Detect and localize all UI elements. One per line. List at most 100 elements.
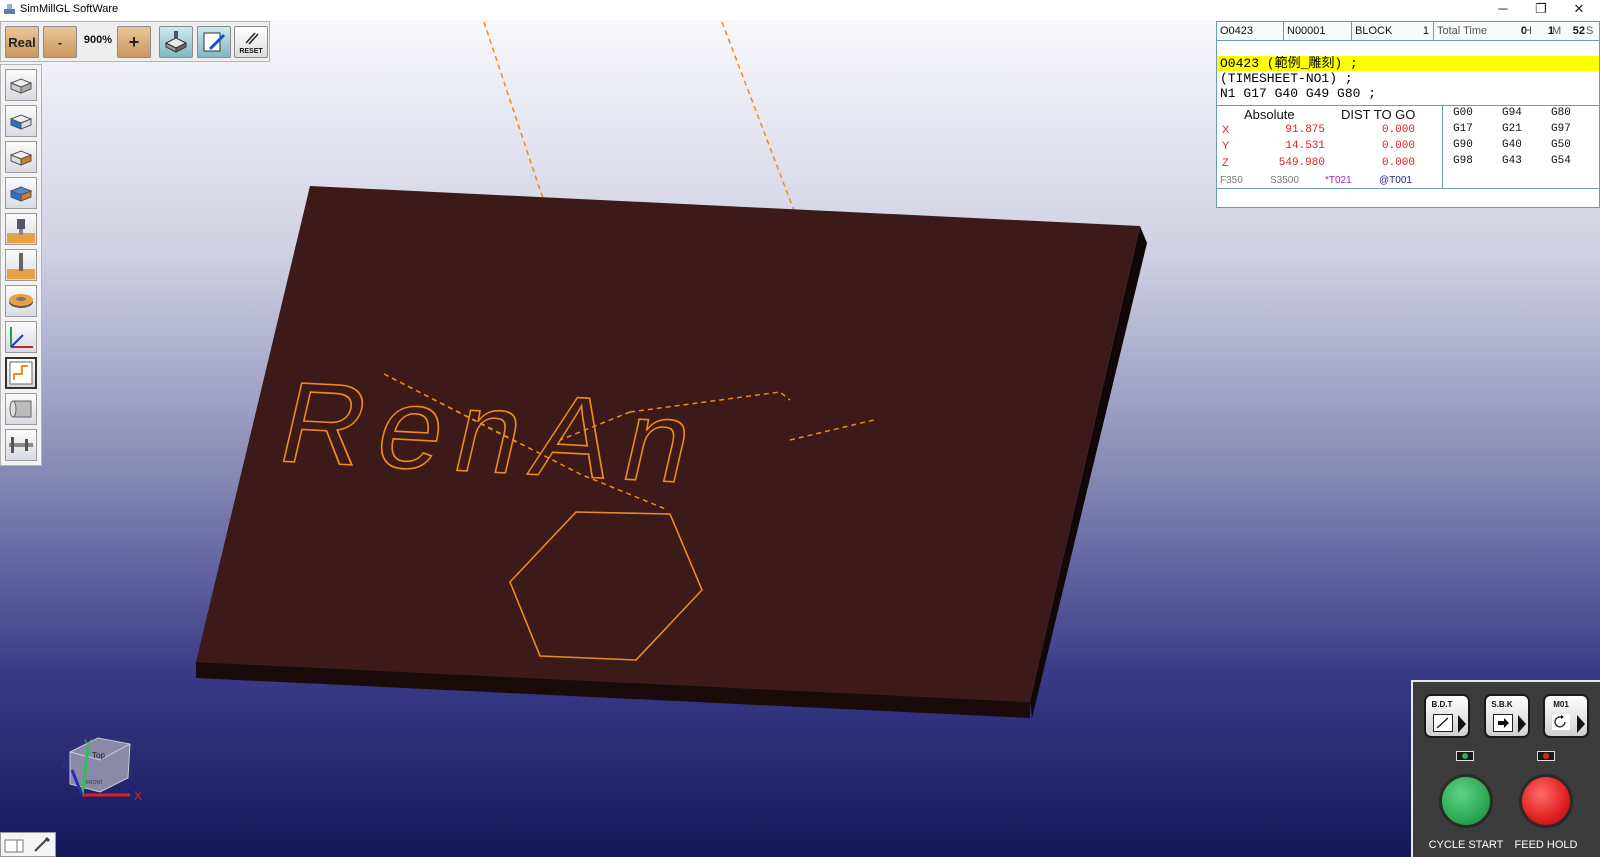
arrow-right-icon xyxy=(1458,715,1466,733)
left-toolbar xyxy=(0,64,42,466)
zoom-level: 900% xyxy=(83,34,113,46)
modal-gcode: G50 xyxy=(1551,139,1571,151)
reset-button[interactable]: RESET xyxy=(234,26,268,58)
block-value: 1 xyxy=(1412,22,1434,40)
modal-gcode: G21 xyxy=(1502,123,1522,135)
nc-code-line-current[interactable]: O0423 (範例_雕刻) ; xyxy=(1217,56,1599,71)
view-front-button[interactable] xyxy=(5,69,37,101)
dist-to-go-label: DIST TO GO xyxy=(1341,107,1416,122)
block-delete-button[interactable]: B.D.T xyxy=(1424,694,1470,738)
view-solid-button[interactable] xyxy=(5,177,37,209)
cycle-start-label: CYCLE START xyxy=(1428,839,1504,851)
view-cube-sub-label: FRONT xyxy=(86,780,103,786)
mini-toolbar xyxy=(0,832,56,857)
x-dist-to-go-value: 0.000 xyxy=(1381,124,1415,136)
feed-hold-label: FEED HOLD xyxy=(1514,839,1578,851)
feed-hold-button[interactable] xyxy=(1519,774,1573,828)
modal-gcode: G80 xyxy=(1551,107,1571,119)
real-mode-label: Real xyxy=(8,35,36,50)
single-block-icon xyxy=(1493,714,1513,732)
optional-stop-button[interactable]: M01 xyxy=(1543,694,1589,738)
nc-header: O0423 N00001 BLOCK 1 Total Time 0 H 1 M … xyxy=(1217,22,1599,41)
tool-holder-button[interactable] xyxy=(5,213,37,245)
cycle-start-button[interactable] xyxy=(1439,774,1493,828)
view-iso-icon xyxy=(9,150,33,166)
nc-code-line[interactable]: (TIMESHEET-NO1) ; xyxy=(1217,71,1599,86)
z-dist-to-go-value: 0.000 xyxy=(1381,157,1415,169)
y-absolute-value: 14.531 xyxy=(1285,140,1325,152)
position-readout: Absolute DIST TO GO X 91.875 0.000 Y 14.… xyxy=(1217,105,1599,209)
zoom-out-label: - xyxy=(57,35,63,50)
view-front-icon xyxy=(9,78,33,94)
restore-button[interactable]: ❐ xyxy=(1522,0,1560,20)
toolpath-button[interactable] xyxy=(5,357,37,389)
tool-length-button[interactable] xyxy=(5,249,37,281)
tool-holder-icon xyxy=(7,219,35,243)
nc-code-line[interactable]: N1 G17 G40 G49 G80 ; xyxy=(1217,86,1599,101)
axis-coordinate-button[interactable] xyxy=(5,321,37,353)
program-number: O0423 xyxy=(1217,22,1284,40)
z-axis-label: Z xyxy=(61,757,68,771)
panel-toggle-icon[interactable] xyxy=(2,833,28,856)
pen-tool-icon[interactable] xyxy=(29,833,55,856)
modal-gcode: G97 xyxy=(1551,123,1571,135)
title-bar: SimMillGL SoftWare ─ ❐ ✕ xyxy=(0,0,1600,21)
toolpath-icon xyxy=(9,361,33,385)
total-time-label: Total Time xyxy=(1437,25,1488,37)
workpiece-button[interactable] xyxy=(5,285,37,317)
modal-gcode: G90 xyxy=(1453,139,1473,151)
edit-program-icon xyxy=(203,32,226,52)
view-cube-label: Top xyxy=(92,751,105,760)
zoom-out-button[interactable]: - xyxy=(43,26,77,58)
block-delete-icon xyxy=(1433,714,1453,732)
axis-y-label: Y xyxy=(1222,140,1230,152)
caliper-measure-button[interactable] xyxy=(5,429,37,461)
real-mode-button[interactable]: Real xyxy=(5,26,39,58)
main-toolbar: Real - 900% + RESET xyxy=(0,21,270,62)
stock-view-button[interactable] xyxy=(159,26,193,58)
edit-program-button[interactable] xyxy=(197,26,231,58)
block-label: BLOCK xyxy=(1355,25,1393,37)
x-axis-label: X xyxy=(134,789,142,803)
window-title: SimMillGL SoftWare xyxy=(20,3,119,15)
time-hours-unit: H xyxy=(1524,25,1532,37)
modal-gcode: G54 xyxy=(1551,155,1571,167)
view-iso-button[interactable] xyxy=(5,141,37,173)
close-button[interactable]: ✕ xyxy=(1560,0,1598,20)
next-tool: *T021 xyxy=(1325,175,1352,186)
modal-gcode: G94 xyxy=(1502,107,1522,119)
axis-coordinate-icon xyxy=(10,327,33,348)
view-side-button[interactable] xyxy=(5,105,37,137)
cylinder-stock-icon xyxy=(9,400,32,418)
stock-view-icon xyxy=(164,31,188,53)
engraved-text: RenAn xyxy=(269,358,719,508)
cycle-start-indicator xyxy=(1456,751,1474,761)
time-seconds-unit: S xyxy=(1586,25,1594,37)
reset-icon xyxy=(245,32,259,45)
axis-x-label: X xyxy=(1222,124,1230,136)
feed-hold-indicator xyxy=(1537,751,1555,761)
nc-info-panel: O0423 N00001 BLOCK 1 Total Time 0 H 1 M … xyxy=(1216,21,1600,208)
cylinder-stock-button[interactable] xyxy=(5,393,37,425)
zoom-in-button[interactable]: + xyxy=(117,26,151,58)
arrow-right-icon xyxy=(1518,715,1526,733)
y-axis-label: Y xyxy=(84,737,92,751)
sbk-label: S.B.K xyxy=(1491,700,1513,709)
minimize-button[interactable]: ─ xyxy=(1484,0,1522,20)
nc-program-listing[interactable]: O0423 (範例_雕刻) ; (TIMESHEET-NO1) ; N1 G17… xyxy=(1217,56,1599,101)
y-dist-to-go-value: 0.000 xyxy=(1381,140,1415,152)
optional-stop-icon xyxy=(1552,714,1570,730)
machine-control-panel: B.D.T S.B.K M01 CYCLE START FEED HOLD xyxy=(1411,680,1600,857)
machine-icon xyxy=(4,4,15,14)
tool-length-icon xyxy=(7,253,35,279)
single-block-button[interactable]: S.B.K xyxy=(1484,694,1530,738)
arrow-right-icon xyxy=(1577,715,1585,733)
current-tool: @T001 xyxy=(1379,175,1412,186)
x-absolute-value: 91.875 xyxy=(1285,124,1325,136)
modal-gcode: G17 xyxy=(1453,123,1473,135)
view-side-icon xyxy=(9,114,33,130)
modal-gcode: G40 xyxy=(1502,139,1522,151)
workpiece-icon xyxy=(9,294,33,308)
modal-gcode: G98 xyxy=(1453,155,1473,167)
sequence-number: N00001 xyxy=(1284,22,1352,40)
